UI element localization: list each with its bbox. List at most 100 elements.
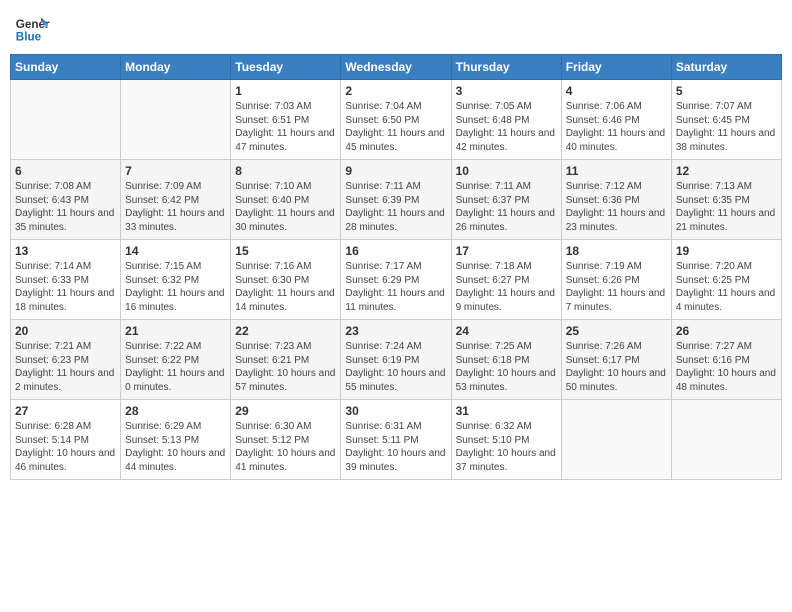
day-number: 20: [15, 324, 116, 338]
logo-icon: General Blue: [14, 10, 50, 46]
calendar-cell: 2Sunrise: 7:04 AM Sunset: 6:50 PM Daylig…: [341, 80, 451, 160]
calendar-cell: 25Sunrise: 7:26 AM Sunset: 6:17 PM Dayli…: [561, 320, 671, 400]
calendar-cell: 28 Sunrise: 6:29 AM Sunset: 5:13 PM Dayli…: [121, 400, 231, 480]
day-info: Sunrise: 7:11 AM Sunset: 6:39 PM Dayligh…: [345, 180, 446, 234]
day-number: 29: [235, 404, 336, 418]
calendar-cell: 24Sunrise: 7:25 AM Sunset: 6:18 PM Dayli…: [451, 320, 561, 400]
weekday-header: Sunday: [11, 55, 121, 80]
day-number: 23: [345, 324, 446, 338]
day-info: Sunrise: 7:05 AM Sunset: 6:48 PM Dayligh…: [456, 100, 557, 154]
day-number: 1: [235, 84, 336, 98]
day-number: 14: [125, 244, 226, 258]
calendar-cell: 11 Sunrise: 7:12 AM Sunset: 6:36 PM Dayli…: [561, 160, 671, 240]
weekday-header: Monday: [121, 55, 231, 80]
day-info: Sunrise: 7:20 AM Sunset: 6:25 PM Dayligh…: [676, 260, 777, 314]
day-info: Sunrise: 7:08 AM Sunset: 6:43 PM Dayligh…: [15, 180, 116, 234]
calendar-cell: 5 Sunrise: 7:07 AM Sunset: 6:45 PM Daylig…: [671, 80, 781, 160]
day-number: 17: [456, 244, 557, 258]
day-info: Sunrise: 7:21 AM Sunset: 6:23 PM Dayligh…: [15, 340, 116, 394]
day-number: 13: [15, 244, 116, 258]
day-number: 19: [676, 244, 777, 258]
calendar-week-row: 1 Sunrise: 7:03 AM Sunset: 6:51 PM Daylig…: [11, 80, 782, 160]
day-info: Sunrise: 7:04 AM Sunset: 6:50 PM Dayligh…: [345, 100, 446, 154]
calendar-week-row: 20 Sunrise: 7:21 AM Sunset: 6:23 PM Dayli…: [11, 320, 782, 400]
calendar-cell: 3 Sunrise: 7:05 AM Sunset: 6:48 PM Daylig…: [451, 80, 561, 160]
calendar-cell: 22Sunrise: 7:23 AM Sunset: 6:21 PM Dayli…: [231, 320, 341, 400]
day-info: Sunrise: 7:17 AM Sunset: 6:29 PM Dayligh…: [345, 260, 446, 314]
day-info: Sunrise: 7:27 AM Sunset: 6:16 PM Dayligh…: [676, 340, 777, 394]
day-number: 5: [676, 84, 777, 98]
calendar-cell: [561, 400, 671, 480]
weekday-header: Saturday: [671, 55, 781, 80]
day-info: Sunrise: 7:19 AM Sunset: 6:26 PM Dayligh…: [566, 260, 667, 314]
day-info: Sunrise: 7:16 AM Sunset: 6:30 PM Dayligh…: [235, 260, 336, 314]
day-info: Sunrise: 7:09 AM Sunset: 6:42 PM Dayligh…: [125, 180, 226, 234]
calendar-cell: [11, 80, 121, 160]
weekday-header: Tuesday: [231, 55, 341, 80]
day-number: 30: [345, 404, 446, 418]
calendar-cell: 6 Sunrise: 7:08 AM Sunset: 6:43 PM Daylig…: [11, 160, 121, 240]
day-number: 6: [15, 164, 116, 178]
day-info: Sunrise: 7:13 AM Sunset: 6:35 PM Dayligh…: [676, 180, 777, 234]
calendar-cell: 23 Sunrise: 7:24 AM Sunset: 6:19 PM Dayli…: [341, 320, 451, 400]
calendar-cell: 26 Sunrise: 7:27 AM Sunset: 6:16 PM Dayli…: [671, 320, 781, 400]
calendar-cell: 4 Sunrise: 7:06 AM Sunset: 6:46 PM Daylig…: [561, 80, 671, 160]
day-info: Sunrise: 7:26 AM Sunset: 6:17 PM Dayligh…: [566, 340, 667, 394]
day-info: Sunrise: 6:31 AM Sunset: 5:11 PM Dayligh…: [345, 420, 446, 474]
calendar-cell: 8 Sunrise: 7:10 AM Sunset: 6:40 PM Daylig…: [231, 160, 341, 240]
day-number: 27: [15, 404, 116, 418]
day-info: Sunrise: 7:03 AM Sunset: 6:51 PM Dayligh…: [235, 100, 336, 154]
calendar-cell: 13Sunrise: 7:14 AM Sunset: 6:33 PM Dayli…: [11, 240, 121, 320]
day-number: 15: [235, 244, 336, 258]
day-info: Sunrise: 6:28 AM Sunset: 5:14 PM Dayligh…: [15, 420, 116, 474]
calendar-cell: 17 Sunrise: 7:18 AM Sunset: 6:27 PM Dayli…: [451, 240, 561, 320]
svg-text:Blue: Blue: [16, 31, 42, 44]
calendar-cell: 21 Sunrise: 7:22 AM Sunset: 6:22 PM Dayli…: [121, 320, 231, 400]
calendar-cell: 1 Sunrise: 7:03 AM Sunset: 6:51 PM Daylig…: [231, 80, 341, 160]
calendar-cell: 9 Sunrise: 7:11 AM Sunset: 6:39 PM Daylig…: [341, 160, 451, 240]
calendar-cell: 14 Sunrise: 7:15 AM Sunset: 6:32 PM Dayli…: [121, 240, 231, 320]
day-number: 21: [125, 324, 226, 338]
day-number: 24: [456, 324, 557, 338]
day-info: Sunrise: 7:06 AM Sunset: 6:46 PM Dayligh…: [566, 100, 667, 154]
day-number: 18: [566, 244, 667, 258]
calendar-cell: 29 Sunrise: 6:30 AM Sunset: 5:12 PM Dayli…: [231, 400, 341, 480]
day-number: 9: [345, 164, 446, 178]
day-number: 28: [125, 404, 226, 418]
calendar-cell: 7Sunrise: 7:09 AM Sunset: 6:42 PM Daylig…: [121, 160, 231, 240]
calendar-cell: [121, 80, 231, 160]
weekday-header: Friday: [561, 55, 671, 80]
day-number: 3: [456, 84, 557, 98]
calendar-cell: 18 Sunrise: 7:19 AM Sunset: 6:26 PM Dayli…: [561, 240, 671, 320]
calendar-cell: 12Sunrise: 7:13 AM Sunset: 6:35 PM Dayli…: [671, 160, 781, 240]
day-info: Sunrise: 6:30 AM Sunset: 5:12 PM Dayligh…: [235, 420, 336, 474]
calendar-table: SundayMondayTuesdayWednesdayThursdayFrid…: [10, 54, 782, 480]
day-info: Sunrise: 7:12 AM Sunset: 6:36 PM Dayligh…: [566, 180, 667, 234]
calendar-week-row: 27 Sunrise: 6:28 AM Sunset: 5:14 PM Dayli…: [11, 400, 782, 480]
day-number: 4: [566, 84, 667, 98]
day-info: Sunrise: 7:10 AM Sunset: 6:40 PM Dayligh…: [235, 180, 336, 234]
calendar-cell: 16 Sunrise: 7:17 AM Sunset: 6:29 PM Dayli…: [341, 240, 451, 320]
day-number: 10: [456, 164, 557, 178]
day-number: 8: [235, 164, 336, 178]
weekday-header: Thursday: [451, 55, 561, 80]
calendar-cell: 31Sunrise: 6:32 AM Sunset: 5:10 PM Dayli…: [451, 400, 561, 480]
calendar-cell: 19 Sunrise: 7:20 AM Sunset: 6:25 PM Dayli…: [671, 240, 781, 320]
day-info: Sunrise: 7:22 AM Sunset: 6:22 PM Dayligh…: [125, 340, 226, 394]
day-info: Sunrise: 7:24 AM Sunset: 6:19 PM Dayligh…: [345, 340, 446, 394]
weekday-header: Wednesday: [341, 55, 451, 80]
day-info: Sunrise: 7:18 AM Sunset: 6:27 PM Dayligh…: [456, 260, 557, 314]
day-number: 22: [235, 324, 336, 338]
day-info: Sunrise: 7:15 AM Sunset: 6:32 PM Dayligh…: [125, 260, 226, 314]
calendar-week-row: 13Sunrise: 7:14 AM Sunset: 6:33 PM Dayli…: [11, 240, 782, 320]
calendar-cell: [671, 400, 781, 480]
day-number: 16: [345, 244, 446, 258]
calendar-cell: 10 Sunrise: 7:11 AM Sunset: 6:37 PM Dayli…: [451, 160, 561, 240]
calendar-cell: 30 Sunrise: 6:31 AM Sunset: 5:11 PM Dayli…: [341, 400, 451, 480]
calendar-cell: 27 Sunrise: 6:28 AM Sunset: 5:14 PM Dayli…: [11, 400, 121, 480]
day-info: Sunrise: 7:07 AM Sunset: 6:45 PM Dayligh…: [676, 100, 777, 154]
day-number: 11: [566, 164, 667, 178]
day-info: Sunrise: 6:29 AM Sunset: 5:13 PM Dayligh…: [125, 420, 226, 474]
day-number: 26: [676, 324, 777, 338]
day-info: Sunrise: 7:11 AM Sunset: 6:37 PM Dayligh…: [456, 180, 557, 234]
